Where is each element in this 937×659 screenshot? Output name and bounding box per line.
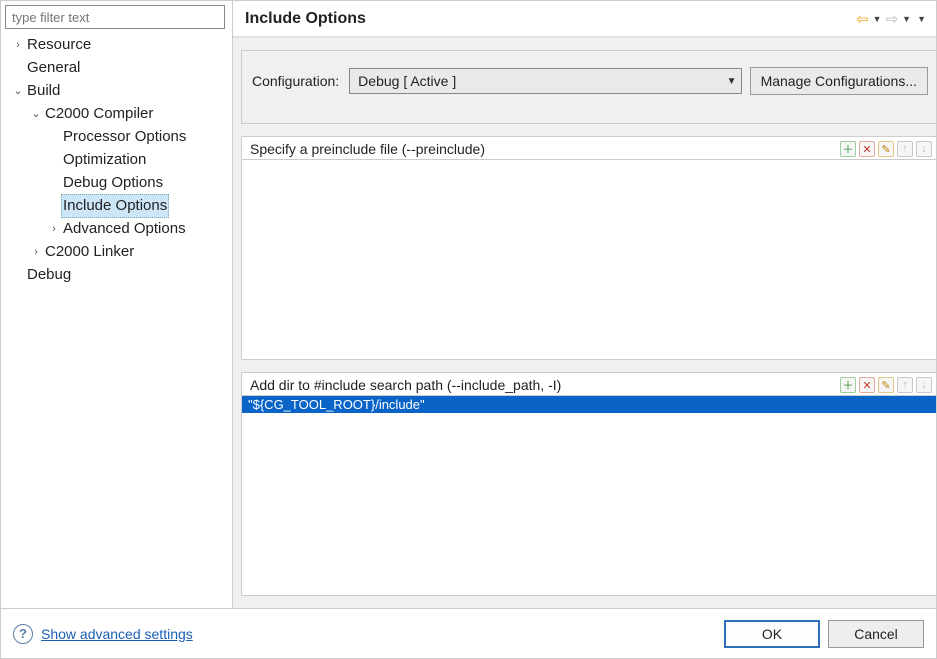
tree-item[interactable]: ›General bbox=[5, 56, 232, 79]
ok-button-label: OK bbox=[762, 626, 782, 642]
move-up-icon[interactable]: ↑ bbox=[897, 377, 913, 393]
tree-item-label: C2000 Linker bbox=[43, 241, 136, 263]
tree-item-label: Build bbox=[25, 80, 62, 102]
tree-item[interactable]: ›Optimization bbox=[5, 148, 232, 171]
tree-item-label: Resource bbox=[25, 34, 93, 56]
delete-icon[interactable]: ✕ bbox=[859, 141, 875, 157]
sidebar: ›Resource›General⌄Build⌄C2000 Compiler›P… bbox=[1, 1, 233, 608]
tree-item[interactable]: ›Include Options bbox=[5, 194, 232, 217]
twisty-collapsed-icon[interactable]: › bbox=[47, 218, 61, 240]
content-pane: Include Options ⇦ ▼ ⇨ ▼ ▼ Configuration:… bbox=[233, 1, 936, 608]
nav-back-icon[interactable]: ⇦ bbox=[856, 10, 869, 28]
chevron-down-icon: ▼ bbox=[727, 76, 737, 87]
cancel-button-label: Cancel bbox=[854, 626, 898, 642]
panel-header: Add dir to #include search path (--inclu… bbox=[242, 373, 936, 395]
edit-icon[interactable]: ✎ bbox=[878, 141, 894, 157]
help-icon[interactable]: ? bbox=[13, 624, 33, 644]
panel-toolbar: ＋✕✎↑↓ bbox=[840, 377, 932, 393]
configuration-value: Debug [ Active ] bbox=[358, 73, 456, 89]
nav-extra-menu-icon[interactable]: ▼ bbox=[915, 14, 928, 24]
tree-item-label: Debug bbox=[25, 264, 73, 286]
panel-toolbar: ＋✕✎↑↓ bbox=[840, 141, 932, 157]
tree-item-label: C2000 Compiler bbox=[43, 103, 155, 125]
twisty-expanded-icon[interactable]: ⌄ bbox=[29, 103, 43, 125]
panel-title: Specify a preinclude file (--preinclude) bbox=[250, 141, 834, 157]
tree-item[interactable]: ›C2000 Linker bbox=[5, 240, 232, 263]
tree-item[interactable]: ›Debug Options bbox=[5, 171, 232, 194]
move-down-icon[interactable]: ↓ bbox=[916, 377, 932, 393]
manage-configurations-button[interactable]: Manage Configurations... bbox=[750, 67, 928, 95]
manage-configurations-label: Manage Configurations... bbox=[761, 73, 917, 89]
tree-item[interactable]: ›Processor Options bbox=[5, 125, 232, 148]
show-advanced-settings-link[interactable]: Show advanced settings bbox=[41, 626, 193, 642]
configuration-select[interactable]: Debug [ Active ] ▼ bbox=[349, 68, 741, 94]
delete-icon[interactable]: ✕ bbox=[859, 377, 875, 393]
add-icon[interactable]: ＋ bbox=[840, 141, 856, 157]
tree-item-label: Debug Options bbox=[61, 172, 165, 194]
tree-item[interactable]: ›Advanced Options bbox=[5, 217, 232, 240]
tree-item[interactable]: ›Resource bbox=[5, 33, 232, 56]
dialog-footer: ? Show advanced settings OK Cancel bbox=[1, 608, 936, 658]
configuration-label: Configuration: bbox=[252, 73, 341, 89]
content-header: Include Options ⇦ ▼ ⇨ ▼ ▼ bbox=[233, 1, 936, 37]
tree-item[interactable]: ⌄Build bbox=[5, 79, 232, 102]
ok-button[interactable]: OK bbox=[724, 620, 820, 648]
nav-forward-menu-icon[interactable]: ▼ bbox=[900, 14, 913, 24]
option-panel: Specify a preinclude file (--preinclude)… bbox=[241, 136, 936, 360]
nav-tree: ›Resource›General⌄Build⌄C2000 Compiler›P… bbox=[5, 33, 232, 286]
nav-forward-icon[interactable]: ⇨ bbox=[886, 10, 899, 28]
move-up-icon[interactable]: ↑ bbox=[897, 141, 913, 157]
filter-input[interactable] bbox=[5, 5, 225, 29]
page-title: Include Options bbox=[245, 10, 856, 28]
add-icon[interactable]: ＋ bbox=[840, 377, 856, 393]
tree-item-label: Optimization bbox=[61, 149, 148, 171]
header-nav: ⇦ ▼ ⇨ ▼ ▼ bbox=[856, 10, 928, 28]
tree-item-label: Processor Options bbox=[61, 126, 188, 148]
panel-list[interactable]: "${CG_TOOL_ROOT}/include" bbox=[242, 395, 936, 595]
panel-list[interactable] bbox=[242, 159, 936, 359]
tree-item-label: General bbox=[25, 57, 82, 79]
move-down-icon[interactable]: ↓ bbox=[916, 141, 932, 157]
tree-item-label: Advanced Options bbox=[61, 218, 188, 240]
twisty-collapsed-icon[interactable]: › bbox=[11, 34, 25, 56]
twisty-expanded-icon[interactable]: ⌄ bbox=[11, 80, 25, 102]
tree-item[interactable]: ⌄C2000 Compiler bbox=[5, 102, 232, 125]
list-item[interactable]: "${CG_TOOL_ROOT}/include" bbox=[242, 396, 936, 413]
panel-title: Add dir to #include search path (--inclu… bbox=[250, 377, 834, 393]
edit-icon[interactable]: ✎ bbox=[878, 377, 894, 393]
option-panel: Add dir to #include search path (--inclu… bbox=[241, 372, 936, 596]
tree-item[interactable]: ›Debug bbox=[5, 263, 232, 286]
tree-item-label: Include Options bbox=[61, 194, 169, 218]
cancel-button[interactable]: Cancel bbox=[828, 620, 924, 648]
twisty-collapsed-icon[interactable]: › bbox=[29, 241, 43, 263]
configuration-bar: Configuration: Debug [ Active ] ▼ Manage… bbox=[241, 50, 936, 124]
panel-header: Specify a preinclude file (--preinclude)… bbox=[242, 137, 936, 159]
nav-back-menu-icon[interactable]: ▼ bbox=[871, 14, 884, 24]
